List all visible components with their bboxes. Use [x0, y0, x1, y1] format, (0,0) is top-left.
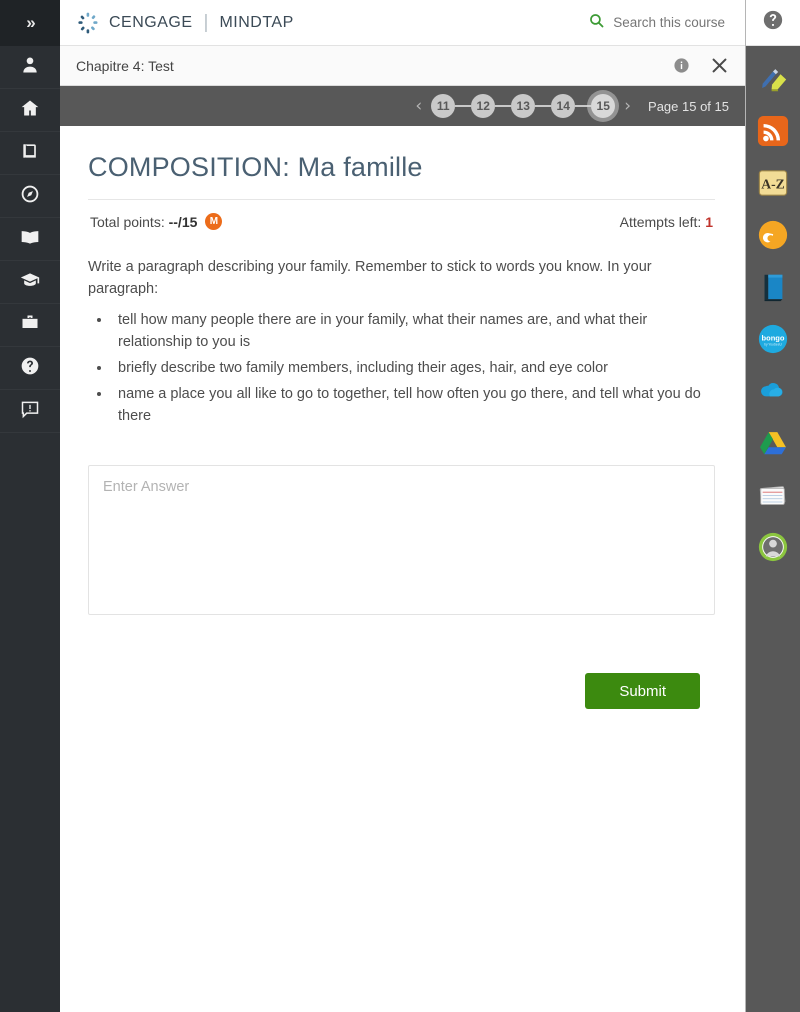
- info-circle-icon[interactable]: [673, 57, 690, 74]
- feedback-comment-icon: [20, 399, 40, 424]
- sidebar-item-profile[interactable]: [0, 46, 60, 89]
- page-title: COMPOSITION: Ma famille: [88, 152, 715, 200]
- cengage-logo[interactable]: CENGAGE | MINDTAP: [76, 11, 294, 35]
- pagination-label: Page 15 of 15: [648, 98, 729, 114]
- chapter-actions: [673, 56, 729, 75]
- briefcase-icon: [20, 313, 40, 338]
- help-circle-icon: [762, 9, 784, 36]
- brand-divider: |: [203, 11, 209, 33]
- app-rss-reader[interactable]: [756, 115, 790, 152]
- app-notes-highlights[interactable]: [756, 64, 790, 98]
- chevron-double-right-icon: »: [26, 13, 36, 32]
- close-x-icon[interactable]: [710, 56, 729, 75]
- user-avatar-icon: [757, 531, 789, 568]
- blue-book-icon: [757, 271, 789, 308]
- pagination-dots: 11 12 13 14 15: [431, 94, 616, 118]
- left-navigation-rail: »: [0, 0, 60, 1012]
- main-column: CENGAGE | MINDTAP Search this course Cha…: [60, 0, 745, 1012]
- attempts-left-value: 1: [705, 213, 713, 230]
- pagination-bar: ‹ 11 12 13 14 15 › Page 15 of 15: [60, 86, 745, 126]
- highlighter-pen-icon: [757, 63, 789, 100]
- sidebar-item-career[interactable]: [0, 304, 60, 347]
- page-dot-connector: [575, 105, 592, 107]
- sidebar-item-help[interactable]: [0, 347, 60, 390]
- search-input[interactable]: Search this course: [588, 12, 745, 34]
- list-item: tell how many people there are in your f…: [112, 309, 715, 353]
- open-book-icon: [20, 227, 40, 252]
- flipboard-logo-icon: [757, 219, 789, 256]
- total-points: Total points: --/15 M: [90, 213, 223, 230]
- flashcards-icon: [757, 479, 789, 516]
- submit-row: Submit: [88, 673, 715, 710]
- page-dot-11[interactable]: 11: [431, 94, 456, 118]
- rss-feed-icon: [757, 115, 789, 152]
- help-button[interactable]: [745, 0, 800, 46]
- graduation-cap-icon: [20, 270, 40, 295]
- attempts-left: Attempts left: 1: [620, 214, 713, 230]
- svg-text:by YouSeeU: by YouSeeU: [764, 342, 782, 346]
- page-dot-14[interactable]: 14: [551, 94, 576, 118]
- bongo-logo-icon: bongo by YouSeeU: [757, 323, 789, 360]
- page-dot-13[interactable]: 13: [511, 94, 536, 118]
- sidebar-item-course[interactable]: [0, 132, 60, 175]
- sidebar-item-grades[interactable]: [0, 261, 60, 304]
- assignment-content: COMPOSITION: Ma famille Total points: --…: [60, 126, 745, 1012]
- page-dot-connector: [495, 105, 512, 107]
- sidebar-item-feedback[interactable]: [0, 390, 60, 433]
- svg-text:A-Z: A-Z: [761, 176, 784, 191]
- mindtap-points-badge[interactable]: M: [205, 213, 223, 230]
- person-icon: [20, 55, 40, 80]
- answer-placeholder: Enter Answer: [103, 479, 190, 496]
- page-dot-15-active[interactable]: 15: [591, 94, 616, 118]
- sidebar-item-reader[interactable]: [0, 218, 60, 261]
- search-placeholder-label: Search this course: [613, 15, 725, 30]
- assignment-meta-row: Total points: --/15 M Attempts left: 1: [88, 200, 715, 230]
- mindtap-app: » CENGAGE | MINDTAP Search this course C…: [0, 0, 800, 1012]
- list-item: briefly describe two family members, inc…: [112, 357, 715, 379]
- book-closed-icon: [20, 141, 40, 166]
- answer-input[interactable]: Enter Answer: [88, 465, 715, 616]
- app-google-drive[interactable]: [756, 428, 790, 462]
- sidebar-item-home[interactable]: [0, 89, 60, 132]
- app-onedrive[interactable]: [756, 376, 790, 410]
- cengage-logo-mark-icon: [76, 11, 100, 35]
- total-points-value: --/15: [168, 213, 198, 230]
- page-dot-connector: [455, 105, 472, 107]
- total-points-label: Total points: --/15: [90, 213, 198, 230]
- question-circle-icon: [20, 356, 40, 381]
- app-bongo[interactable]: bongo by YouSeeU: [756, 324, 790, 358]
- svg-text:bongo: bongo: [762, 333, 785, 342]
- assignment-prompt: Write a paragraph describing your family…: [88, 259, 652, 298]
- onedrive-cloud-icon: [757, 375, 789, 412]
- chapter-bar: Chapitre 4: Test: [60, 46, 745, 86]
- page-dot-connector: [535, 105, 552, 107]
- account-avatar[interactable]: [756, 532, 790, 566]
- product-name: MINDTAP: [219, 13, 294, 31]
- brand-header: CENGAGE | MINDTAP Search this course: [60, 0, 745, 46]
- rail-expand-toggle[interactable]: »: [0, 0, 60, 46]
- attempts-left-label: Attempts left:: [619, 213, 706, 230]
- assignment-requirements-list: tell how many people there are in your f…: [112, 309, 715, 427]
- pagination-prev-button[interactable]: ‹: [406, 97, 431, 115]
- app-readspeaker[interactable]: [756, 220, 790, 254]
- sidebar-item-explore[interactable]: [0, 175, 60, 218]
- brand-name: CENGAGE: [109, 13, 193, 31]
- compass-icon: [20, 184, 40, 209]
- pagination-inner: ‹ 11 12 13 14 15 › Page 15 of 15: [406, 94, 745, 118]
- home-icon: [20, 98, 40, 123]
- chapter-title: Chapitre 4: Test: [76, 57, 174, 74]
- right-apps-rail: A-Z bongo by YouSeeU: [745, 0, 800, 1012]
- search-icon: [588, 12, 605, 34]
- a-z-dictionary-icon: A-Z: [757, 167, 789, 204]
- submit-button[interactable]: Submit: [585, 673, 700, 710]
- app-dictionary[interactable]: A-Z: [756, 168, 790, 202]
- page-dot-12[interactable]: 12: [471, 94, 496, 118]
- pagination-next-button[interactable]: ›: [615, 97, 640, 115]
- list-item: name a place you all like to go to toget…: [112, 383, 715, 427]
- app-ebook[interactable]: [756, 272, 790, 306]
- google-drive-icon: [757, 427, 789, 464]
- app-flashcards[interactable]: [756, 480, 790, 514]
